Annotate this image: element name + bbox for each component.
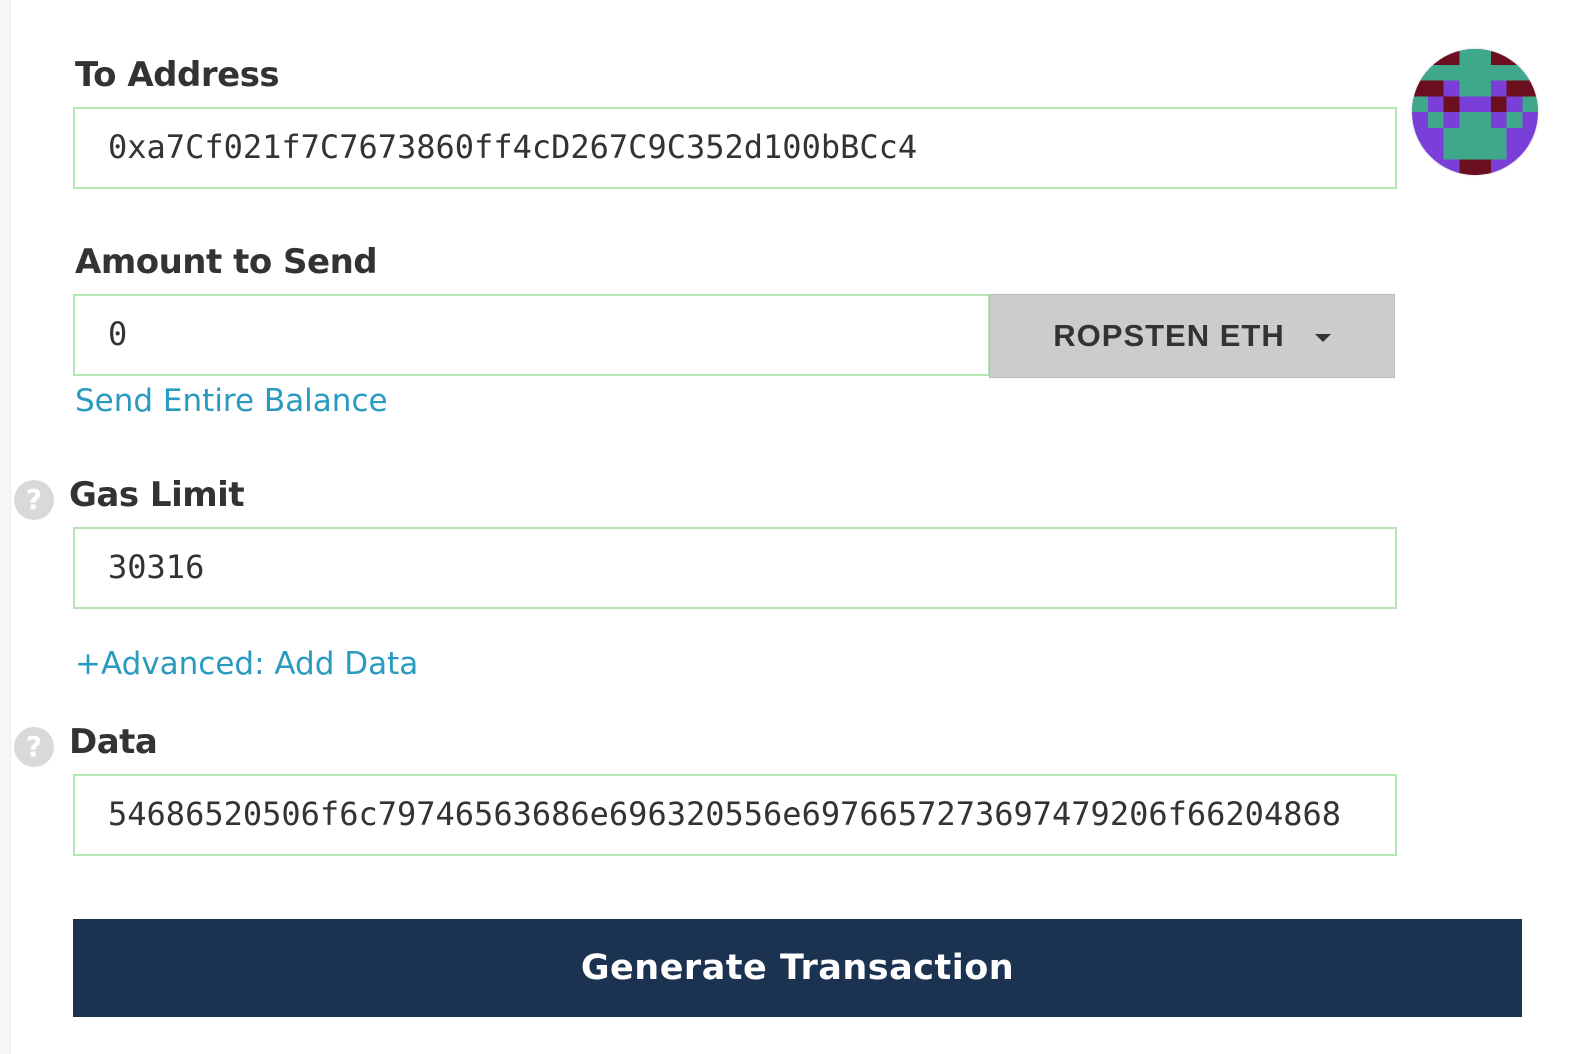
to-address-input[interactable]: 0xa7Cf021f7C7673860ff4cD267C9C352d100bBC… [73,107,1397,189]
unit-dropdown[interactable]: ROPSTEN ETH [989,294,1395,378]
data-help-icon[interactable]: ? [14,727,54,767]
data-value: 54686520506f6c79746563686e696320556e6976… [108,795,1341,833]
gas-limit-input[interactable]: 30316 [73,527,1397,609]
left-border [0,0,11,1054]
to-address-label: To Address [75,55,280,95]
amount-label: Amount to Send [75,242,378,282]
identicon [1412,49,1538,175]
data-input[interactable]: 54686520506f6c79746563686e696320556e6976… [73,774,1397,856]
chevron-down-icon [1314,334,1331,342]
gas-limit-help-icon[interactable]: ? [14,480,54,520]
amount-value: 0 [108,315,128,353]
send-entire-balance-link[interactable]: Send Entire Balance [75,383,388,419]
unit-dropdown-label: ROPSTEN ETH [1053,318,1285,353]
data-label: Data [69,722,158,762]
gas-limit-label: Gas Limit [69,475,245,515]
gas-limit-value: 30316 [108,548,205,586]
advanced-add-data-link[interactable]: +Advanced: Add Data [75,646,418,682]
to-address-value: 0xa7Cf021f7C7673860ff4cD267C9C352d100bBC… [108,128,918,166]
amount-input[interactable]: 0 [73,294,990,376]
generate-transaction-button[interactable]: Generate Transaction [73,919,1522,1017]
